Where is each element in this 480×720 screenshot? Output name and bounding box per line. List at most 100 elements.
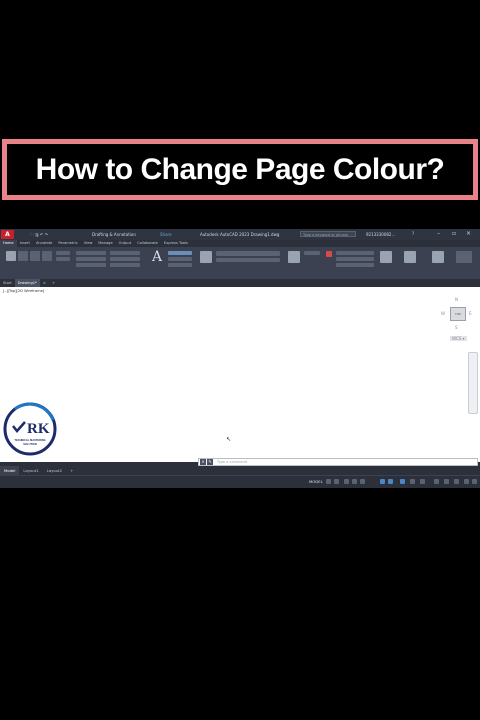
modify-scale-icon[interactable] (110, 263, 140, 267)
document-tab-bar: Start Drawing1* × + (0, 279, 480, 287)
banner-inner: How to Change Page Colour? (7, 144, 473, 195)
arc-tool-icon[interactable] (42, 251, 52, 261)
close-button[interactable]: × (466, 230, 471, 237)
draw-small-tools-icon[interactable] (56, 257, 70, 261)
insert-block-icon[interactable] (288, 251, 300, 263)
group-icon[interactable] (380, 251, 392, 263)
layer-tools-row[interactable] (216, 258, 280, 262)
workspace-icon[interactable] (410, 479, 415, 484)
tab-drawing1[interactable]: Drawing1* (14, 279, 40, 287)
osnap-icon[interactable] (380, 479, 385, 484)
command-line[interactable]: × ✎ Type a command (198, 458, 478, 466)
command-input[interactable]: Type a command (217, 460, 247, 464)
block-tools-icon[interactable] (304, 251, 320, 255)
tab-view[interactable]: View (81, 240, 96, 247)
title-banner: How to Change Page Colour? (2, 139, 478, 200)
logo-line1: TECHNICAL MASTERING (14, 438, 45, 442)
tab-start[interactable]: Start (0, 279, 15, 287)
draw-small-tools-icon[interactable] (56, 251, 70, 255)
search-input[interactable]: Type a keyword or phrase (300, 231, 356, 237)
logo-letters: RK (27, 421, 50, 437)
color-dropdown[interactable] (336, 251, 374, 255)
tab-home[interactable]: Home (0, 240, 17, 247)
modify-move-icon[interactable] (76, 251, 106, 255)
logo-line2: SOLUTION (23, 442, 37, 446)
navigation-bar[interactable] (468, 352, 478, 414)
tab-annotate[interactable]: Annotate (33, 240, 55, 247)
view-tools-icon[interactable] (456, 251, 472, 263)
command-close-icon[interactable]: × (200, 459, 206, 465)
share-button[interactable]: Share (160, 232, 172, 237)
title-bar: A 🗀 🖫 ↶ ↷ Drafting & Annotation Share Au… (0, 229, 480, 240)
snap-icon[interactable] (334, 479, 339, 484)
polar-icon[interactable] (352, 479, 357, 484)
rk-logo: RK TECHNICAL MASTERING SOLUTION (3, 402, 57, 456)
layer-properties-icon[interactable] (200, 251, 212, 263)
compass-south[interactable]: S (455, 325, 458, 330)
new-tab-icon[interactable]: + (49, 279, 58, 287)
banner-title: How to Change Page Colour? (35, 152, 445, 186)
user-account[interactable]: 9213330082... (366, 232, 395, 237)
maximize-button[interactable]: ▫ (452, 230, 456, 237)
polyline-tool-icon[interactable] (18, 251, 28, 261)
compass-east[interactable]: E (469, 311, 472, 316)
settings-gear-icon[interactable] (434, 479, 439, 484)
modify-stretch-icon[interactable] (76, 263, 106, 267)
compass-north[interactable]: N (455, 297, 458, 302)
annotation-leader-icon[interactable] (168, 257, 192, 261)
match-properties-icon[interactable] (326, 251, 332, 257)
layout-tab-bar: Model Layout1 Layout2 + (0, 466, 480, 475)
text-tool-icon[interactable]: A (152, 249, 162, 265)
annotation-table-icon[interactable] (168, 263, 192, 267)
otrack-icon[interactable] (388, 479, 393, 484)
annotation-dimension-icon[interactable] (168, 251, 192, 255)
workspace-selector[interactable]: Drafting & Annotation (92, 232, 136, 237)
layer-dropdown[interactable] (216, 251, 280, 256)
help-icon[interactable]: ? (412, 231, 414, 236)
drawing-canvas[interactable]: [–][Top][2D Wireframe] N W E S TOP WCS ▾… (0, 287, 480, 462)
isolate-objects-icon[interactable] (454, 479, 459, 484)
add-layout-icon[interactable]: + (66, 466, 77, 475)
mouse-cursor-icon: ↖ (226, 436, 232, 443)
ortho-icon[interactable] (344, 479, 349, 484)
window-title: Autodesk AutoCAD 2023 Drawing1.dwg (200, 232, 280, 237)
tab-express-tools[interactable]: Express Tools (161, 240, 191, 247)
customization-menu-icon[interactable] (472, 479, 477, 484)
tab-insert[interactable]: Insert (17, 240, 33, 247)
annotation-monitor-icon[interactable] (420, 479, 425, 484)
autocad-logo-button[interactable]: A (1, 230, 14, 239)
paste-icon[interactable] (432, 251, 444, 263)
modify-rotate-icon[interactable] (110, 251, 140, 255)
tab-parametric[interactable]: Parametric (55, 240, 80, 247)
autocad-window: A 🗀 🖫 ↶ ↷ Drafting & Annotation Share Au… (0, 229, 480, 488)
status-bar: MODEL (0, 475, 480, 488)
compass-west[interactable]: W (441, 311, 445, 316)
tab-layout2[interactable]: Layout2 (43, 466, 66, 475)
command-settings-icon[interactable]: ✎ (207, 459, 213, 465)
circle-tool-icon[interactable] (30, 251, 40, 261)
viewcube[interactable]: TOP (450, 307, 466, 321)
plus-icon[interactable] (444, 479, 449, 484)
viewport-controls[interactable]: [–][Top][2D Wireframe] (3, 289, 44, 293)
annotation-scale-icon[interactable] (400, 479, 405, 484)
modify-mirror-icon[interactable] (110, 257, 140, 261)
tab-output[interactable]: Output (116, 240, 134, 247)
tab-collaborate[interactable]: Collaborate (134, 240, 161, 247)
fullscreen-icon[interactable] (464, 479, 469, 484)
ribbon-tab-bar: Home Insert Annotate Parametric View Man… (0, 240, 480, 247)
close-tab-icon[interactable]: × (40, 279, 49, 287)
quick-access-toolbar[interactable]: 🗀 🖫 ↶ ↷ (30, 232, 48, 239)
measure-icon[interactable] (404, 251, 416, 263)
grid-icon[interactable] (326, 479, 331, 484)
minimize-button[interactable]: – (437, 230, 440, 237)
wcs-menu[interactable]: WCS ▾ (450, 336, 467, 341)
model-space-button[interactable]: MODEL (309, 479, 323, 484)
line-tool-icon[interactable] (6, 251, 16, 261)
tab-manage[interactable]: Manage (95, 240, 115, 247)
tab-layout1[interactable]: Layout1 (19, 466, 42, 475)
isodraft-icon[interactable] (360, 479, 365, 484)
modify-copy-icon[interactable] (76, 257, 106, 261)
tab-model[interactable]: Model (0, 466, 20, 475)
lineweight-dropdown[interactable] (336, 263, 374, 267)
linetype-dropdown[interactable] (336, 257, 374, 261)
